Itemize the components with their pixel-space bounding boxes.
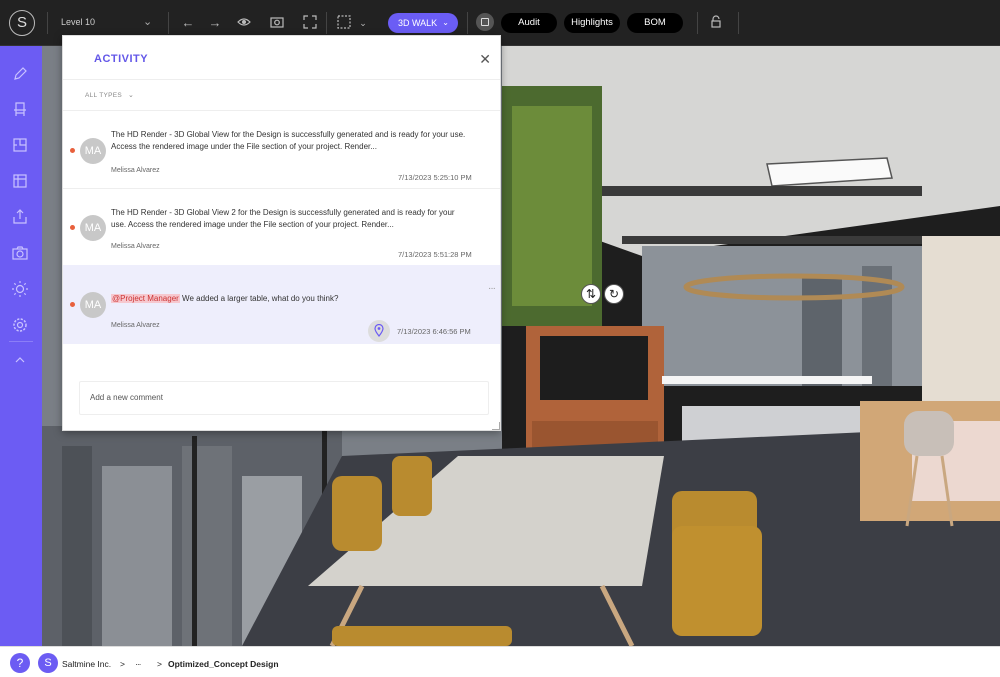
activity-timestamp: 7/13/2023 6:46:56 PM (397, 327, 471, 336)
activity-timestamp: 7/13/2023 5:51:28 PM (398, 250, 472, 259)
activity-author: Melissa Alvarez (111, 167, 160, 174)
activity-text: @Project Manager We added a larger table… (111, 293, 471, 305)
activity-item[interactable]: MA The HD Render - 3D Global View for th… (63, 111, 500, 188)
fullscreen-icon[interactable] (300, 13, 320, 33)
swap-view-icon[interactable]: ⇅ (581, 284, 601, 304)
activity-text: The HD Render - 3D Global View 2 for the… (111, 208, 455, 229)
avatar: MA (80, 292, 106, 318)
activity-item[interactable]: MA The HD Render - 3D Global View 2 for … (63, 189, 500, 265)
collapse-up-icon[interactable] (11, 352, 29, 370)
share-icon[interactable] (11, 208, 29, 226)
settings-icon[interactable] (11, 316, 29, 334)
camera-icon[interactable] (11, 244, 29, 262)
unread-dot (70, 225, 75, 230)
unread-dot (70, 302, 75, 307)
bom-button[interactable]: BOM (627, 13, 683, 33)
activity-author: Melissa Alvarez (111, 243, 160, 250)
bottom-bar: ? S Saltmine Inc. > ··· > Optimized_Conc… (0, 646, 1000, 677)
location-pin-icon[interactable] (368, 320, 390, 342)
toolbar-divider (326, 12, 327, 34)
filter-select[interactable]: ALL TYPES (85, 92, 122, 99)
breadcrumb-org[interactable]: Saltmine Inc. (62, 659, 111, 669)
comment-text: We added a larger table, what do you thi… (179, 294, 339, 303)
select-region-icon[interactable] (334, 13, 354, 33)
org-avatar[interactable]: S (38, 653, 58, 673)
breadcrumb-separator: > (157, 659, 162, 669)
more-options-icon[interactable]: ··· (488, 283, 496, 294)
highlights-button[interactable]: Highlights (564, 13, 620, 33)
activity-panel: ACTIVITY ✕ ALL TYPES ⌄ MA The HD Render … (62, 35, 501, 431)
chevron-down-icon[interactable]: ⌄ (128, 91, 134, 99)
notes-icon[interactable] (476, 13, 494, 31)
light-icon[interactable] (11, 280, 29, 298)
lock-icon[interactable] (706, 13, 726, 33)
pencil-icon[interactable] (11, 65, 29, 83)
close-icon[interactable]: ✕ (479, 51, 491, 68)
audit-button[interactable]: Audit (501, 13, 557, 33)
camera-icon[interactable] (267, 13, 287, 33)
chair-icon[interactable] (11, 101, 29, 119)
breadcrumb-design[interactable]: Optimized_Concept Design (168, 659, 279, 669)
rotate-icon[interactable]: ↻ (604, 284, 624, 304)
3d-walk-button[interactable]: 3D WALK ⌄ (388, 13, 458, 33)
app-logo[interactable]: S (9, 10, 35, 36)
toolbar-divider (168, 12, 169, 34)
toolbar-divider (467, 12, 468, 34)
3d-walk-label: 3D WALK (398, 18, 438, 28)
avatar: MA (80, 215, 106, 241)
breadcrumb-ellipsis[interactable]: ··· (135, 659, 141, 669)
chevron-down-icon: ⌄ (442, 18, 449, 27)
avatar: MA (80, 138, 106, 164)
panel-title: ACTIVITY (94, 53, 149, 65)
mention-tag[interactable]: @Project Manager (111, 294, 180, 303)
activity-timestamp: 7/13/2023 5:25:10 PM (398, 173, 472, 182)
chevron-down-icon[interactable]: ⌄ (143, 15, 152, 28)
resize-handle[interactable] (492, 422, 500, 430)
rail-divider (9, 341, 33, 342)
comment-input[interactable]: Add a new comment (79, 381, 489, 415)
toolbar-divider (697, 12, 698, 34)
undo-icon[interactable]: ← (178, 13, 198, 33)
eye-icon[interactable] (234, 13, 254, 33)
activity-author: Melissa Alvarez (111, 322, 160, 329)
floorplan-icon[interactable] (11, 136, 29, 154)
redo-icon[interactable]: → (205, 13, 225, 33)
panel-divider (63, 79, 500, 80)
grid-layout-icon[interactable] (11, 172, 29, 190)
level-select[interactable]: Level 10 (61, 17, 95, 27)
chevron-down-icon[interactable]: ⌄ (353, 13, 373, 33)
help-button[interactable]: ? (10, 653, 30, 673)
left-tool-rail (0, 46, 42, 646)
breadcrumb-separator: > (120, 659, 125, 669)
activity-item[interactable]: MA @Project Manager We added a larger ta… (63, 265, 500, 344)
toolbar-divider (738, 12, 739, 34)
unread-dot (70, 148, 75, 153)
activity-text: The HD Render - 3D Global View for the D… (111, 130, 466, 151)
toolbar-divider (47, 12, 48, 34)
